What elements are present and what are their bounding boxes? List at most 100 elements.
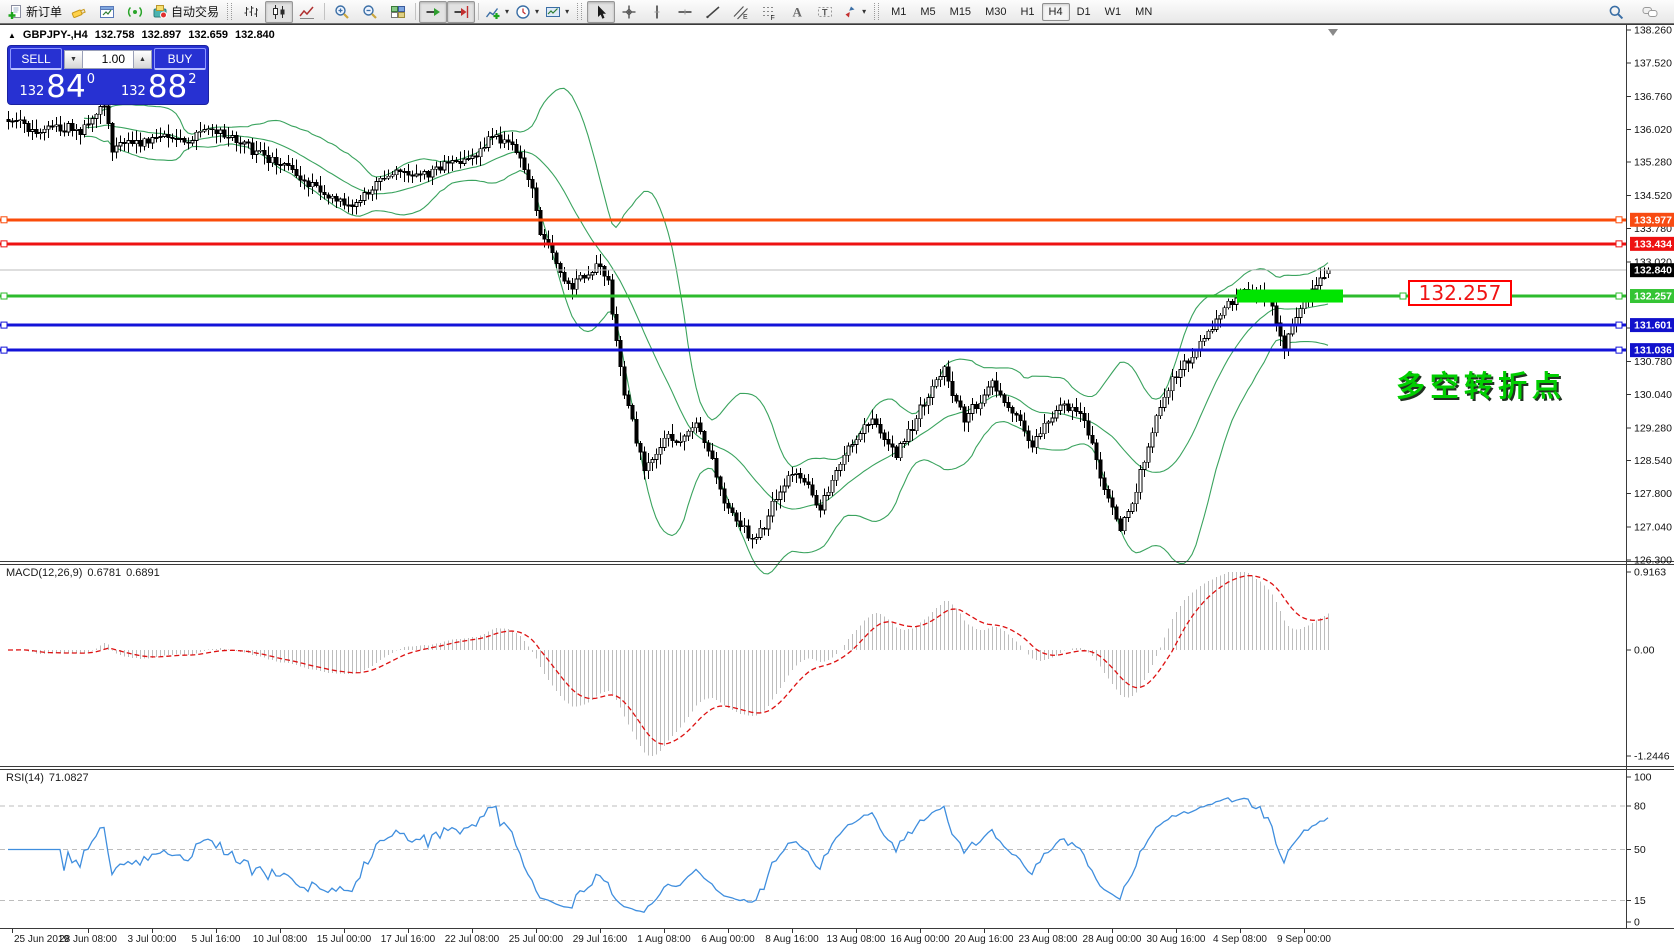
bar-chart-icon xyxy=(243,4,259,20)
sell-price[interactable]: 132 84 0 xyxy=(9,71,106,103)
buy-price-base: 132 xyxy=(121,84,146,99)
text-icon: A xyxy=(789,4,805,20)
pivot-annotation-text[interactable]: 多空转折点 xyxy=(1396,363,1566,405)
tile-windows-button[interactable] xyxy=(384,1,412,23)
auto-trading-label: 自动交易 xyxy=(171,3,219,20)
timeframe-m5-button[interactable]: M5 xyxy=(913,3,942,21)
macd-indicator-label: MACD(12,26,9)0.67810.6891 xyxy=(6,567,165,579)
svg-text:E: E xyxy=(743,14,748,20)
timeframe-h1-button[interactable]: H1 xyxy=(1013,3,1041,21)
vertical-line-tool-button[interactable] xyxy=(643,1,671,23)
templates-icon xyxy=(545,4,561,20)
timeframe-m1-button[interactable]: M1 xyxy=(884,3,913,21)
date-axis-label: 3 Jul 00:00 xyxy=(128,934,177,945)
price-axis-tick: 128.540 xyxy=(1634,455,1672,467)
sell-button[interactable]: SELL xyxy=(10,48,62,70)
volume-stepper: ▼ 1.00 ▲ xyxy=(64,50,152,69)
rsi-name: RSI(14) xyxy=(6,772,44,784)
chart-canvas[interactable]: 138.260137.520136.760136.020135.280134.5… xyxy=(0,0,1674,950)
trendline-icon xyxy=(705,4,721,20)
periods-icon xyxy=(515,4,531,20)
zoom-out-button[interactable] xyxy=(356,1,384,23)
price-level-label: 133.977 xyxy=(1634,214,1672,226)
text-label-tool-button[interactable]: T xyxy=(811,1,839,23)
toolbar-grip xyxy=(227,3,232,20)
signals-button[interactable] xyxy=(121,1,149,23)
date-axis-label: 20 Aug 16:00 xyxy=(955,934,1014,945)
cursor-tool-button[interactable] xyxy=(587,1,615,23)
price-callout-132257[interactable]: 132.257 xyxy=(1408,280,1512,306)
signal-icon xyxy=(127,4,143,20)
style-tool-button[interactable] xyxy=(65,1,93,23)
pivot-highlight-band[interactable] xyxy=(1237,290,1343,303)
candlestick-mode-button[interactable] xyxy=(265,1,293,23)
text-tool-button[interactable]: A xyxy=(783,1,811,23)
templates-list-button[interactable]: ▾ xyxy=(542,1,572,23)
price-axis-tick: 136.020 xyxy=(1634,124,1672,136)
highlighter-icon xyxy=(71,4,87,20)
line-chart-mode-button[interactable] xyxy=(293,1,321,23)
search-button[interactable] xyxy=(1602,1,1630,23)
macd-value-signal: 0.6891 xyxy=(126,567,160,579)
community-chat-button[interactable] xyxy=(1636,1,1664,23)
fibonacci-tool-button[interactable]: F xyxy=(755,1,783,23)
channel-icon: E xyxy=(733,4,749,20)
price-axis-tick: 127.040 xyxy=(1634,522,1672,534)
timeframe-m30-button[interactable]: M30 xyxy=(978,3,1013,21)
new-chart-button[interactable] xyxy=(93,1,121,23)
timeframe-m15-button[interactable]: M15 xyxy=(943,3,978,21)
volume-field[interactable]: 1.00 xyxy=(83,50,133,69)
periods-list-button[interactable]: ▾ xyxy=(512,1,542,23)
date-axis-label: 28 Aug 00:00 xyxy=(1083,934,1142,945)
arrows-tool-dropdown-arrow[interactable]: ▾ xyxy=(862,7,866,16)
timeframe-d1-button[interactable]: D1 xyxy=(1070,3,1098,21)
fibonacci-icon: F xyxy=(761,4,777,20)
crosshair-icon xyxy=(621,4,637,20)
date-axis-label: 9 Sep 00:00 xyxy=(1277,934,1331,945)
price-axis-tick: 129.280 xyxy=(1634,422,1672,434)
new-order-label: 新订单 xyxy=(26,3,62,20)
date-axis-label: 8 Aug 16:00 xyxy=(765,934,819,945)
rsi-axis-tick: 15 xyxy=(1634,895,1646,907)
auto-scroll-button[interactable] xyxy=(419,1,447,23)
timeframe-w1-button[interactable]: W1 xyxy=(1098,3,1129,21)
date-axis-label: 4 Sep 08:00 xyxy=(1213,934,1267,945)
bar-chart-mode-button[interactable] xyxy=(237,1,265,23)
auto-trading-button[interactable]: 自动交易 xyxy=(149,1,222,23)
indicators-list-button[interactable]: ▾ xyxy=(482,1,512,23)
arrows-tool-button[interactable]: ▾ xyxy=(839,1,869,23)
ohlc-open: 132.758 xyxy=(95,29,135,41)
new-order-button[interactable]: 新订单 xyxy=(4,1,65,23)
buy-price[interactable]: 132 88 2 xyxy=(111,71,208,103)
chart-shift-button[interactable] xyxy=(447,1,475,23)
periods-list-dropdown-arrow[interactable]: ▾ xyxy=(535,7,539,16)
zoom-in-button[interactable] xyxy=(328,1,356,23)
svg-text:A: A xyxy=(793,4,803,19)
chart-shift-icon xyxy=(453,4,469,20)
volume-decrease-button[interactable]: ▼ xyxy=(64,50,83,69)
equidistant-channel-tool-button[interactable]: E xyxy=(727,1,755,23)
price-level-label: 131.601 xyxy=(1634,320,1672,332)
date-axis-label: 10 Jul 08:00 xyxy=(253,934,308,945)
volume-increase-button[interactable]: ▲ xyxy=(133,50,152,69)
templates-list-dropdown-arrow[interactable]: ▾ xyxy=(565,7,569,16)
date-axis-label: 25 Jul 00:00 xyxy=(509,934,564,945)
ohlc-low: 132.659 xyxy=(188,29,228,41)
timeframe-h4-button[interactable]: H4 xyxy=(1042,3,1070,21)
buy-button[interactable]: BUY xyxy=(154,48,206,70)
zoom-in-icon xyxy=(334,4,350,20)
horizontal-line-tool-button[interactable] xyxy=(671,1,699,23)
collapse-panel-icon[interactable]: ▲ xyxy=(8,31,16,40)
timeframe-mn-button[interactable]: MN xyxy=(1128,3,1159,21)
horizontal-level-lines[interactable] xyxy=(0,217,1626,353)
trendline-tool-button[interactable] xyxy=(699,1,727,23)
rsi-value: 71.0827 xyxy=(49,772,89,784)
price-level-label: 133.434 xyxy=(1634,238,1672,250)
crosshair-tool-button[interactable] xyxy=(615,1,643,23)
horizontal-line-icon xyxy=(677,4,693,20)
tile-windows-icon xyxy=(390,4,406,20)
new-order-icon xyxy=(7,4,23,20)
indicators-list-dropdown-arrow[interactable]: ▾ xyxy=(505,7,509,16)
chart-shift-marker-icon[interactable] xyxy=(1328,29,1338,36)
rsi-indicator-label: RSI(14) 71.0827 xyxy=(6,772,94,784)
